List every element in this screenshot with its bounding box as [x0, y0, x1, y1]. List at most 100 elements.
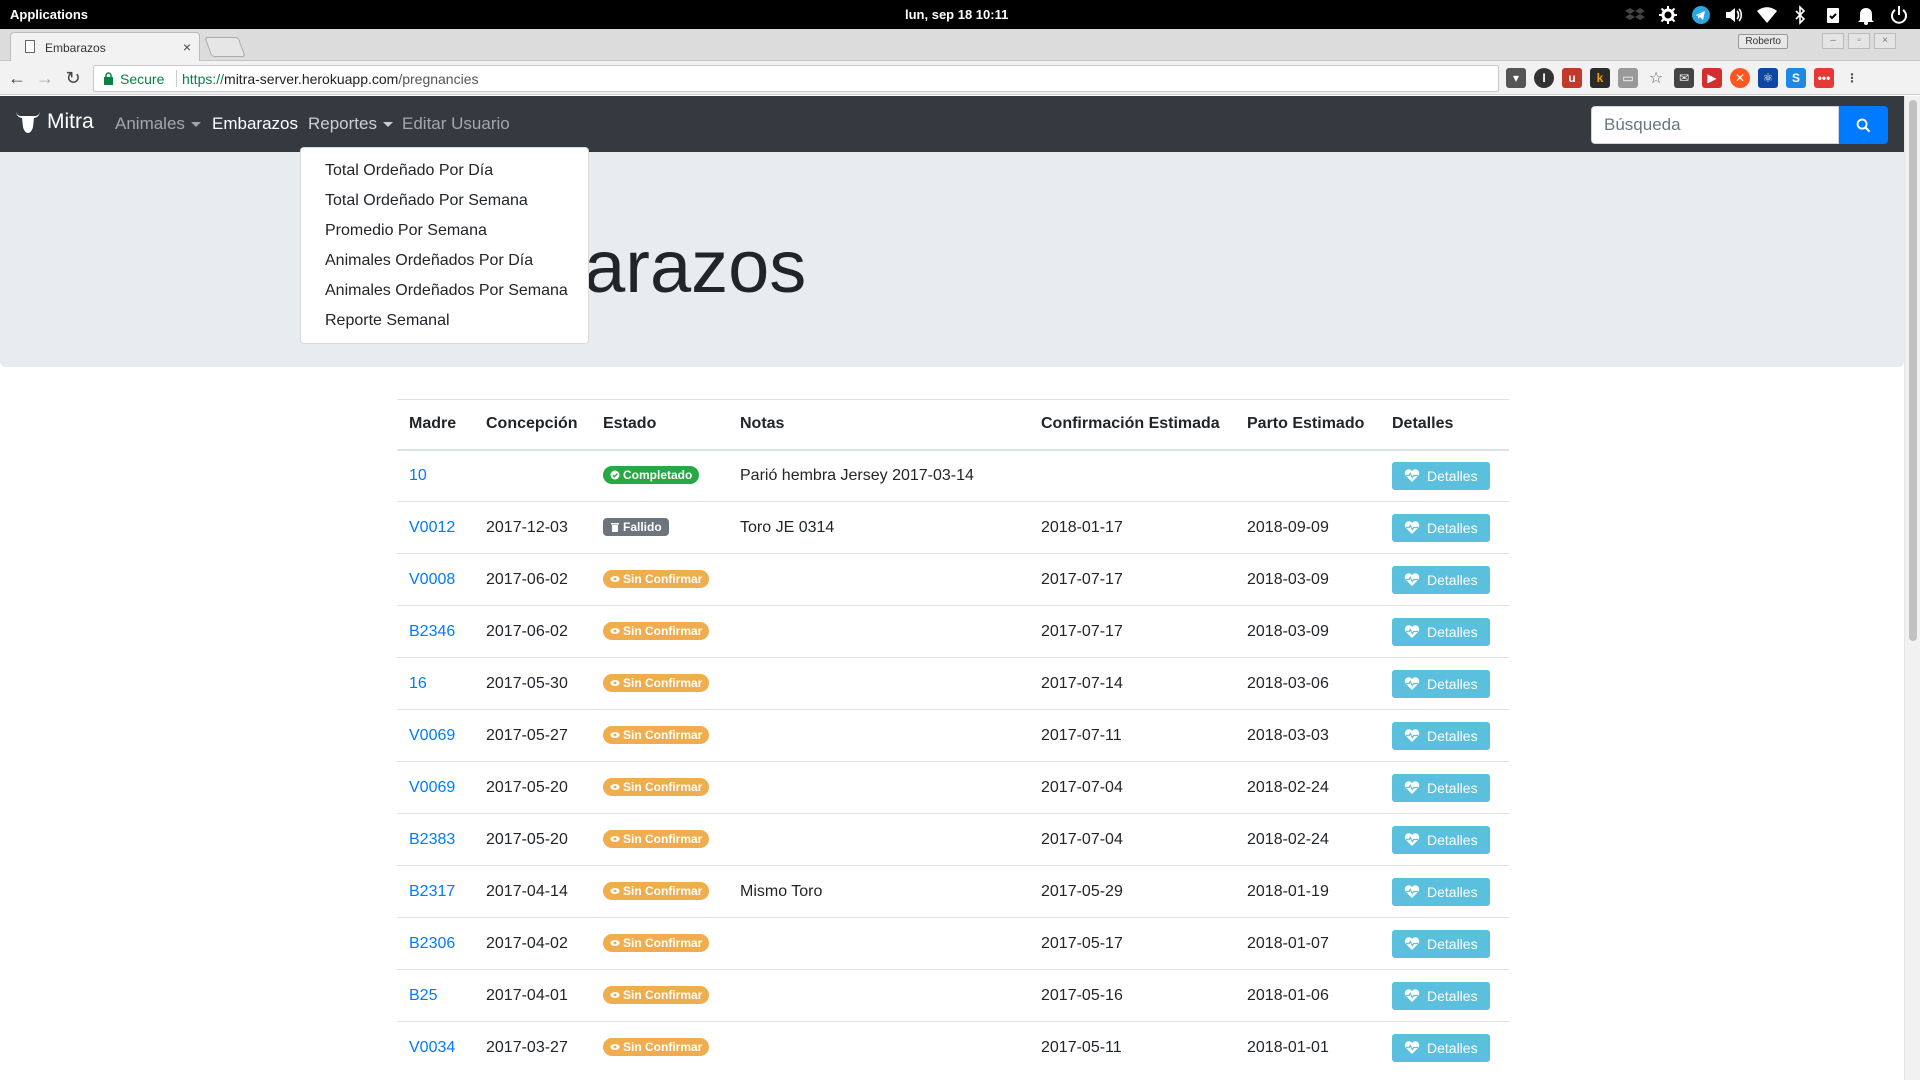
nav-editar-usuario[interactable]: Editar Usuario: [402, 114, 510, 134]
maximize-button[interactable]: ▫: [1848, 33, 1870, 49]
status-label: Sin Confirmar: [623, 936, 703, 950]
search-input[interactable]: [1591, 106, 1839, 144]
ublock-icon[interactable]: u: [1562, 68, 1582, 88]
status-label: Sin Confirmar: [623, 676, 703, 690]
bluetooth-icon[interactable]: [1789, 4, 1811, 26]
video-icon[interactable]: ▶: [1702, 68, 1722, 88]
madre-link[interactable]: 16: [409, 675, 427, 692]
forward-icon[interactable]: →: [34, 67, 56, 89]
reload-icon[interactable]: ↻: [62, 67, 84, 89]
cell-parto: 2018-01-06: [1235, 969, 1380, 1022]
minimize-button[interactable]: –: [1822, 33, 1844, 49]
madre-link[interactable]: B2317: [409, 883, 455, 900]
page-scrollbar[interactable]: [1904, 96, 1920, 1080]
extension-circle-icon[interactable]: I: [1534, 68, 1554, 88]
browser-tab[interactable]: Embarazos ×: [10, 32, 200, 61]
skype-icon[interactable]: S: [1786, 68, 1806, 88]
dropdown-item-animales-por-dia[interactable]: Animales Ordeñados Por Día: [301, 246, 588, 276]
power-icon[interactable]: [1888, 4, 1910, 26]
madre-link[interactable]: V0012: [409, 519, 455, 536]
telegram-icon[interactable]: [1690, 4, 1712, 26]
react-devtools-icon[interactable]: ⚛: [1758, 68, 1778, 88]
madre-link[interactable]: V0069: [409, 779, 455, 796]
detalles-label: Detalles: [1427, 831, 1478, 848]
search-button[interactable]: [1839, 106, 1888, 144]
detalles-button[interactable]: Detalles: [1392, 669, 1490, 698]
bull-head-icon: [16, 112, 40, 133]
brand-link[interactable]: Mitra: [14, 109, 94, 135]
pocket-icon[interactable]: ▾: [1506, 68, 1526, 88]
mail-icon[interactable]: ✉: [1674, 68, 1694, 88]
chrome-menu-icon[interactable]: ⋮: [1842, 68, 1862, 88]
cell-estado: Sin Confirmar: [591, 865, 728, 918]
back-icon[interactable]: ←: [6, 67, 28, 89]
lastpass-icon[interactable]: •••: [1814, 68, 1834, 88]
detalles-button[interactable]: Detalles: [1392, 877, 1490, 906]
dropbox-icon[interactable]: [1624, 4, 1646, 26]
dropdown-item-animales-por-semana[interactable]: Animales Ordeñados Por Semana: [301, 276, 588, 306]
cell-confirmacion: 2017-07-14: [1029, 657, 1235, 710]
detalles-button[interactable]: Detalles: [1392, 825, 1490, 854]
cell-confirmacion: 2017-07-04: [1029, 813, 1235, 866]
detalles-label: Detalles: [1427, 519, 1478, 536]
volume-icon[interactable]: [1723, 4, 1745, 26]
detalles-button[interactable]: Detalles: [1392, 981, 1490, 1010]
table-row: V0069 2017-05-20 Sin Confirmar 2017-07-04 20…: [397, 761, 1509, 814]
detalles-button[interactable]: Detalles: [1392, 1033, 1490, 1062]
detalles-button[interactable]: Detalles: [1392, 773, 1490, 802]
madre-link[interactable]: B25: [409, 987, 437, 1004]
wifi-icon[interactable]: [1756, 4, 1778, 26]
madre-link[interactable]: V0034: [409, 1039, 455, 1056]
bookmark-star-icon[interactable]: ☆: [1646, 68, 1666, 88]
close-tab-icon[interactable]: ×: [183, 39, 191, 55]
madre-link[interactable]: 10: [409, 467, 427, 484]
cell-parto: 2018-01-19: [1235, 865, 1380, 918]
keep-icon[interactable]: k: [1590, 68, 1610, 88]
dropdown-item-total-por-semana[interactable]: Total Ordeñado Por Semana: [301, 186, 588, 216]
address-bar[interactable]: Secure https://mitra-server.herokuapp.co…: [93, 65, 1499, 92]
dropdown-item-reporte-semanal[interactable]: Reporte Semanal: [301, 306, 588, 336]
nav-animales-dropdown[interactable]: Animales: [115, 114, 201, 134]
close-window-button[interactable]: ×: [1874, 33, 1896, 49]
cell-detalles: Detalles: [1380, 761, 1509, 814]
cell-concepcion: 2017-04-01: [474, 969, 591, 1022]
clock[interactable]: lun, sep 18 10:11: [905, 7, 1008, 22]
detalles-button[interactable]: Detalles: [1392, 617, 1490, 646]
eye-icon: [610, 732, 620, 738]
madre-link[interactable]: V0008: [409, 571, 455, 588]
eye-icon: [610, 576, 620, 582]
heartbeat-icon: [1404, 885, 1420, 898]
new-tab-button[interactable]: [204, 37, 246, 57]
status-badge: Sin Confirmar: [603, 882, 710, 900]
nav-embarazos[interactable]: Embarazos: [212, 114, 298, 134]
profile-button[interactable]: Roberto: [1738, 34, 1788, 49]
status-badge: Sin Confirmar: [603, 830, 710, 848]
detalles-button[interactable]: Detalles: [1392, 565, 1490, 594]
dropdown-item-promedio-por-semana[interactable]: Promedio Por Semana: [301, 216, 588, 246]
clipboard-icon[interactable]: [1822, 4, 1844, 26]
dropdown-item-total-por-dia[interactable]: Total Ordeñado Por Día: [301, 156, 588, 186]
detalles-button[interactable]: Detalles: [1392, 513, 1490, 542]
caret-down-icon: [382, 122, 393, 128]
madre-link[interactable]: V0069: [409, 727, 455, 744]
nav-reportes-dropdown[interactable]: Reportes: [308, 114, 393, 134]
detalles-label: Detalles: [1427, 1039, 1478, 1056]
settings-icon[interactable]: [1657, 4, 1679, 26]
status-label: Sin Confirmar: [623, 572, 703, 586]
status-badge: Sin Confirmar: [603, 726, 710, 744]
cell-estado: Completado: [591, 449, 728, 502]
detalles-button[interactable]: Detalles: [1392, 461, 1490, 490]
detalles-button[interactable]: Detalles: [1392, 929, 1490, 958]
notifications-bell-icon[interactable]: [1855, 4, 1877, 26]
heartbeat-icon: [1404, 937, 1420, 950]
cell-madre: 10: [397, 449, 474, 502]
screenshot-icon[interactable]: ▭: [1618, 68, 1638, 88]
browser-toolbar: ← → ↻ Secure https://mitra-server.heroku…: [0, 61, 1920, 95]
madre-link[interactable]: B2306: [409, 935, 455, 952]
scrollbar-thumb[interactable]: [1909, 100, 1917, 641]
extension-orange-icon[interactable]: ✕: [1730, 68, 1750, 88]
detalles-button[interactable]: Detalles: [1392, 721, 1490, 750]
madre-link[interactable]: B2383: [409, 831, 455, 848]
madre-link[interactable]: B2346: [409, 623, 455, 640]
applications-menu[interactable]: Applications: [10, 7, 88, 22]
